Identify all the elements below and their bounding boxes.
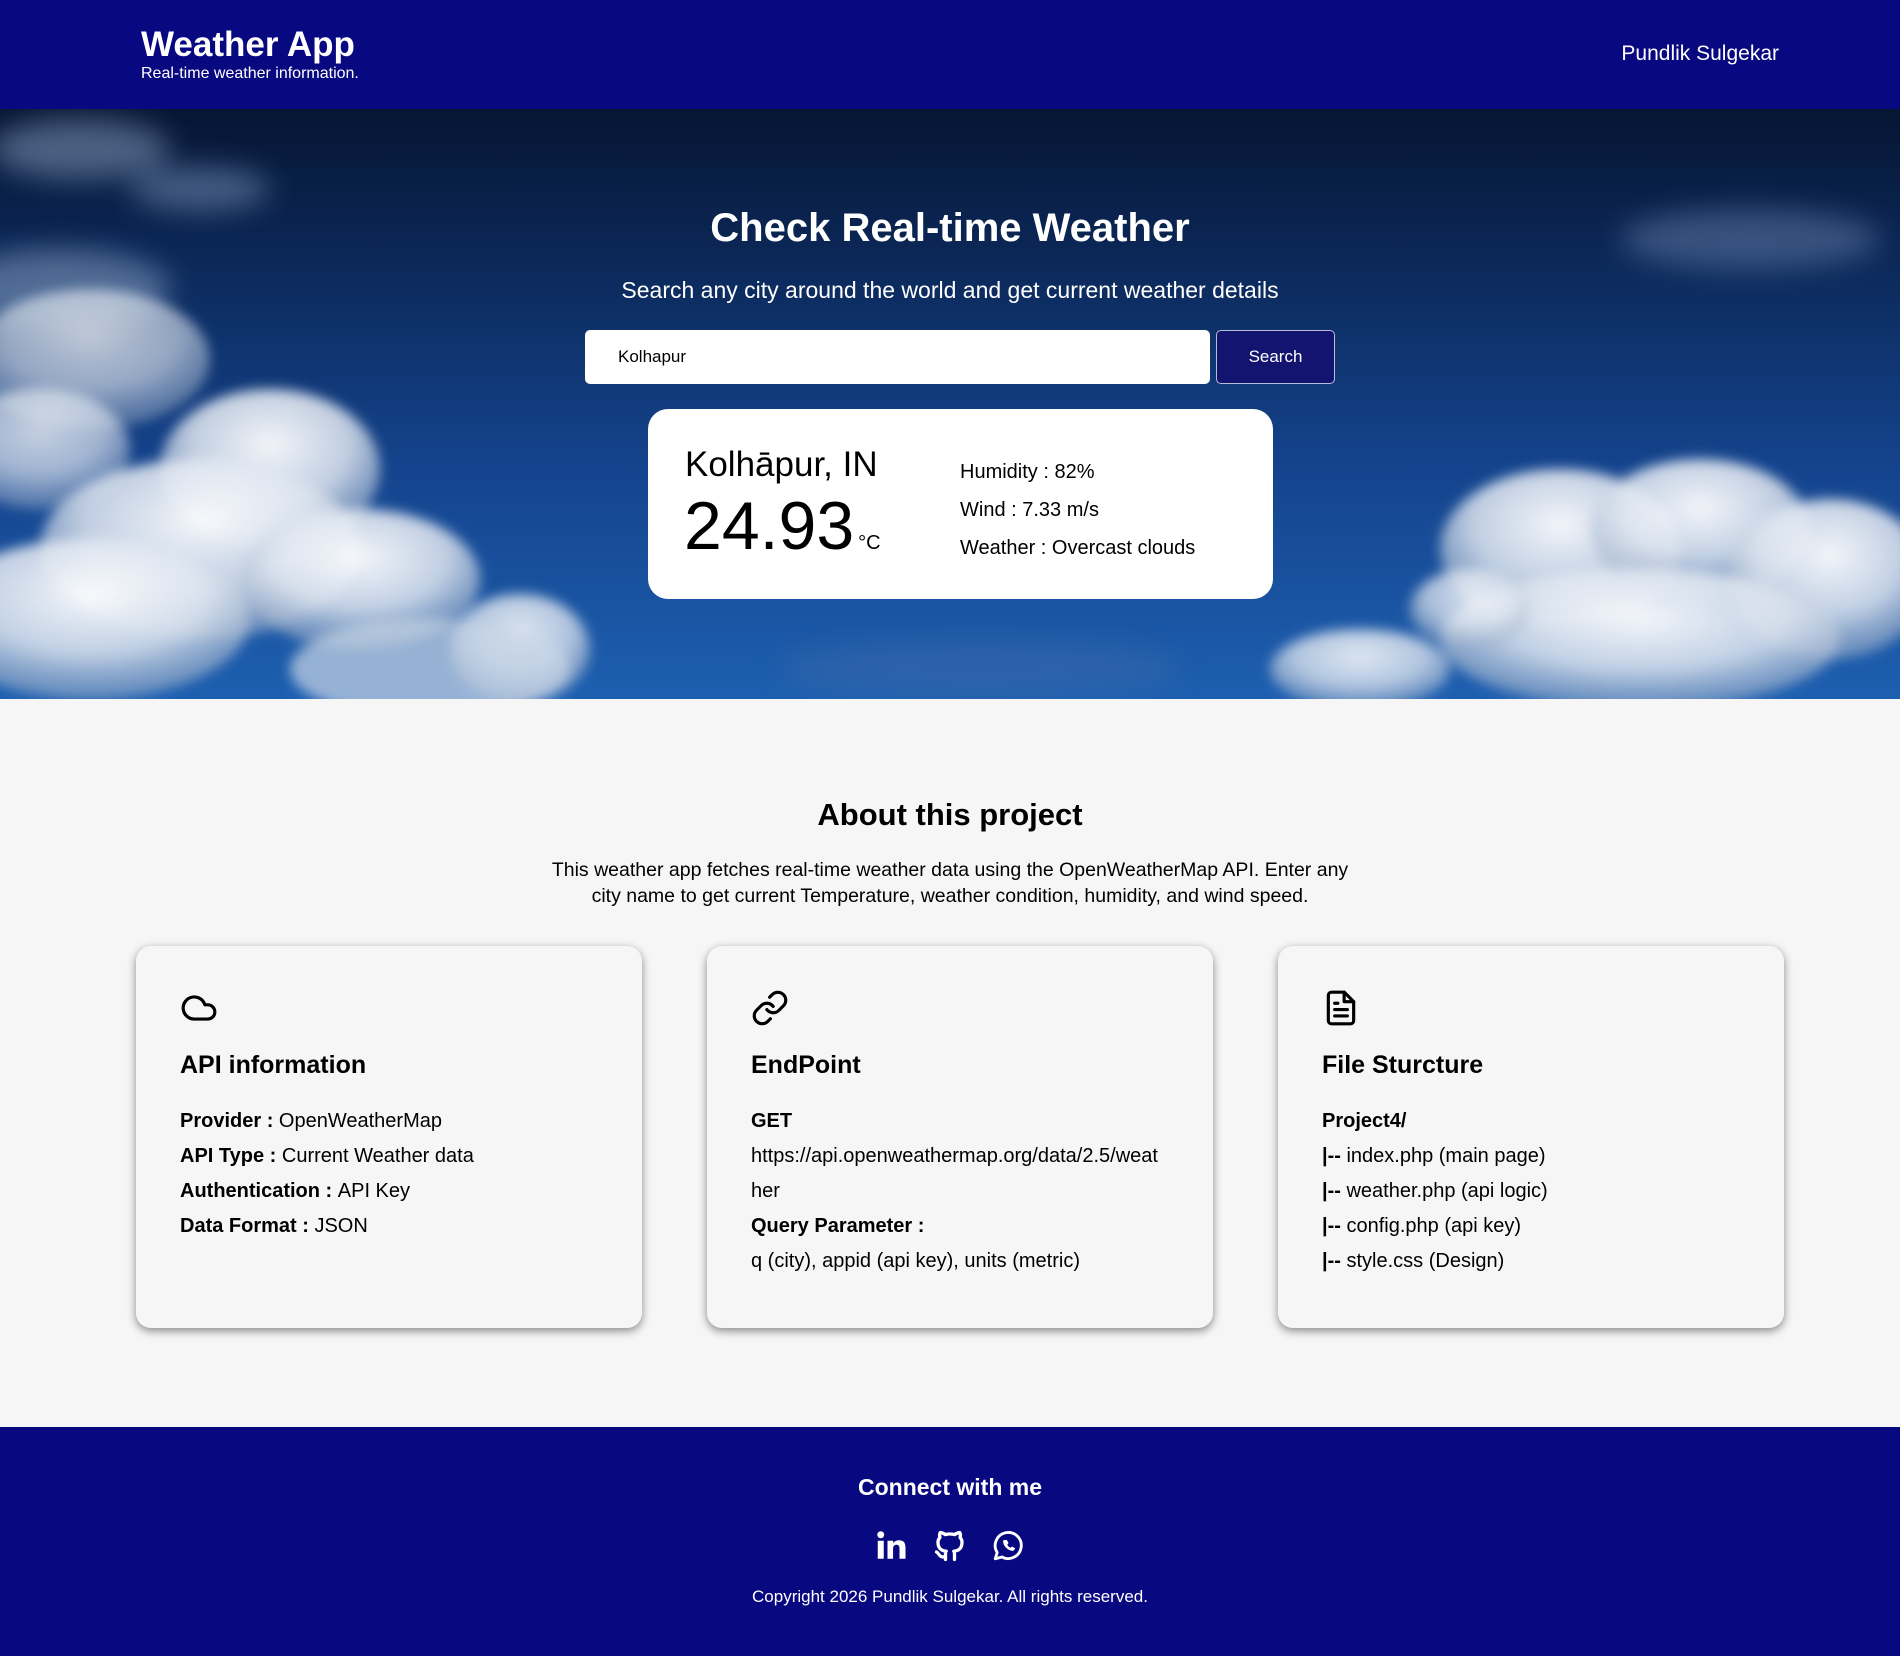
project-root-label: Project4/ [1322, 1110, 1407, 1132]
card-title: API information [180, 1051, 367, 1079]
file-name: index.php (main page) [1340, 1145, 1546, 1167]
http-method: GET [751, 1104, 1169, 1139]
copyright-text: Copyright 2026 Pundlik Sulgekar. All rig… [752, 1587, 1148, 1606]
humidity-row: Humidity : 82% [960, 453, 1195, 491]
card-body: GET https://api.openweathermap.org/data/… [751, 1104, 1169, 1279]
api-information-card: API information Provider : OpenWeatherMa… [136, 946, 642, 1328]
condition-value: Overcast clouds [1051, 537, 1196, 559]
tree-prefix: |-- [1322, 1250, 1341, 1272]
card-body: Project4/ |-- index.php (main page) |-- … [1322, 1104, 1740, 1279]
brand[interactable]: Weather App Real-time weather informatio… [141, 26, 359, 83]
card-body: Provider : OpenWeatherMap API Type : Cur… [180, 1104, 598, 1244]
file-item: |-- index.php (main page) [1322, 1139, 1740, 1174]
api-type-value: Current Weather data [281, 1145, 474, 1167]
temperature-value: 24.93 [684, 488, 855, 564]
wind-label: Wind : [960, 499, 1023, 521]
card-title: EndPoint [751, 1051, 861, 1079]
hero-section: Check Real-time Weather Search any city … [0, 109, 1900, 699]
hero-subtitle: Search any city around the world and get… [621, 277, 1279, 303]
api-type-label: API Type : [180, 1145, 282, 1167]
wind-value: 7.33 m/s [1022, 499, 1099, 521]
tree-prefix: |-- [1322, 1180, 1341, 1202]
wind-row: Wind : 7.33 m/s [960, 491, 1195, 529]
authentication-label: Authentication : [180, 1180, 338, 1202]
query-parameter-heading: Query Parameter : [751, 1209, 1169, 1244]
city-name: Kolhāpur, IN [685, 445, 878, 484]
api-type-row: API Type : Current Weather data [180, 1139, 598, 1174]
humidity-label: Humidity : [960, 461, 1055, 483]
http-method-label: GET [751, 1110, 793, 1132]
temperature-row: 24.93 °C [684, 488, 881, 564]
app-title[interactable]: Weather App [141, 26, 359, 64]
file-structure-card: File Sturcture Project4/ |-- index.php (… [1278, 946, 1784, 1328]
link-icon [752, 990, 788, 1026]
query-parameter-label: Query Parameter : [751, 1215, 925, 1237]
file-name: style.css (Design) [1340, 1250, 1505, 1272]
data-format-value: JSON [314, 1215, 368, 1237]
about-description: This weather app fetches real-time weath… [551, 859, 1349, 907]
weather-result-card: Kolhāpur, IN 24.93 °C Humidity : 82% Wind… [648, 409, 1273, 599]
social-links [0, 1528, 1900, 1564]
file-item: |-- style.css (Design) [1322, 1244, 1740, 1279]
endpoint-card: EndPoint GET https://api.openweathermap.… [707, 946, 1213, 1328]
author-link[interactable]: Pundlik Sulgekar [1621, 42, 1779, 66]
data-format-label: Data Format : [180, 1215, 315, 1237]
tree-prefix: |-- [1322, 1215, 1341, 1237]
linkedin-icon[interactable] [874, 1528, 910, 1564]
data-format-row: Data Format : JSON [180, 1209, 598, 1244]
provider-value: OpenWeatherMap [278, 1110, 442, 1132]
condition-row: Weather : Overcast clouds [960, 529, 1195, 567]
search-button[interactable]: Search [1216, 330, 1335, 384]
city-search-input[interactable] [585, 330, 1210, 384]
card-title: File Sturcture [1322, 1051, 1484, 1079]
footer-title: Connect with me [857, 1474, 1042, 1500]
authentication-value: API Key [337, 1180, 411, 1202]
query-parameter-value: q (city), appid (api key), units (metric… [751, 1250, 1080, 1272]
temperature-unit: °C [858, 532, 881, 554]
humidity-value: 82% [1054, 461, 1095, 483]
about-title: About this project [817, 797, 1083, 832]
app-tagline: Real-time weather information. [141, 65, 359, 82]
file-item: |-- config.php (api key) [1322, 1209, 1740, 1244]
tree-prefix: |-- [1322, 1145, 1341, 1167]
hero-title: Check Real-time Weather [710, 206, 1190, 250]
provider-label: Provider : [180, 1110, 279, 1132]
file-icon [1326, 990, 1356, 1026]
provider-row: Provider : OpenWeatherMap [180, 1104, 598, 1139]
project-root: Project4/ [1322, 1104, 1740, 1139]
sky-background-image [0, 119, 1900, 699]
file-name: weather.php (api logic) [1340, 1180, 1548, 1202]
whatsapp-icon[interactable] [990, 1528, 1026, 1564]
cloud-icon [181, 995, 217, 1021]
endpoint-url: https://api.openweathermap.org/data/2.5/… [751, 1145, 1158, 1202]
file-name: config.php (api key) [1340, 1215, 1522, 1237]
weather-details: Humidity : 82% Wind : 7.33 m/s Weather :… [960, 453, 1195, 567]
site-header: Weather App Real-time weather informatio… [0, 0, 1900, 109]
authentication-row: Authentication : API Key [180, 1174, 598, 1209]
site-footer: Connect with me Copyright 2026 Pundlik S… [0, 1427, 1900, 1656]
file-item: |-- weather.php (api logic) [1322, 1174, 1740, 1209]
condition-label: Weather : [960, 537, 1052, 559]
github-icon[interactable] [932, 1528, 968, 1564]
